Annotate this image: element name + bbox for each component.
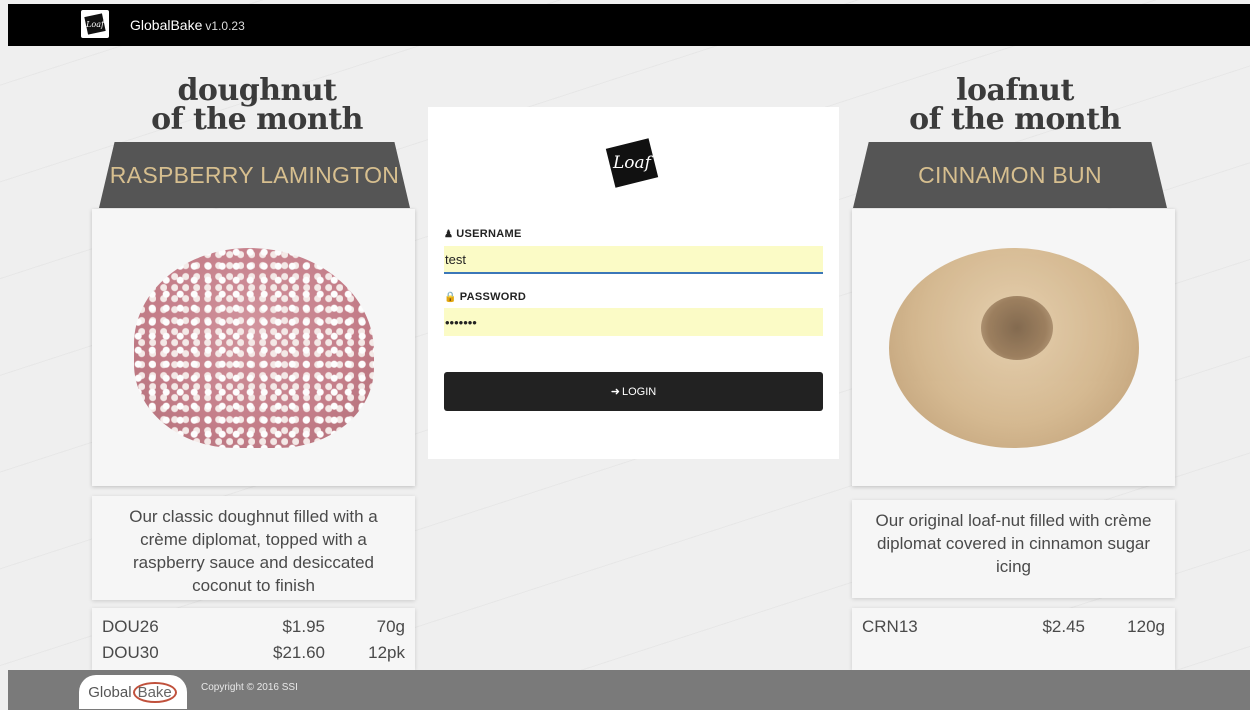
product-description: Our classic doughnut filled with a crème… (92, 496, 415, 600)
logo-text-global: Global (88, 683, 132, 701)
heading-line-1: doughnut (177, 73, 337, 108)
product-name-banner: CINNAMON BUN (853, 142, 1167, 208)
sku-size: 120g (1127, 617, 1165, 636)
login-button-label: LOGIN (621, 385, 657, 398)
sku-code: CRN13 (862, 617, 918, 636)
sku-table: CRN13 $2.45 120g (852, 608, 1175, 670)
top-navbar: Loaf GlobalBake v1.0.23 (8, 4, 1250, 46)
sku-size: 70g (376, 617, 405, 636)
product-image-card (92, 209, 415, 486)
loafnut-heading: loafnut of the month (850, 73, 1180, 137)
globalbake-logo: Global Bake (79, 675, 187, 709)
heading-line-2: of the month (151, 102, 363, 137)
raspberry-lamington-doughnut-image (133, 247, 374, 448)
sku-price: $21.60 (273, 643, 325, 662)
sign-in-icon: ➜ (610, 386, 620, 398)
sku-price: $1.95 (282, 617, 325, 636)
product-image-card (852, 209, 1175, 486)
logo-text-bake: Bake (132, 681, 177, 703)
sku-size: 12pk (368, 643, 405, 662)
page-footer: Global Bake Copyright © 2016 SSI (8, 670, 1250, 710)
product-name-banner: RASPBERRY LAMINGTON (99, 142, 410, 208)
login-button[interactable]: ➜ LOGIN (444, 372, 823, 411)
sku-row: DOU30 $21.60 12pk (102, 640, 405, 666)
loaf-logo-text: Loaf (86, 19, 104, 29)
username-input[interactable] (444, 246, 823, 274)
doughnut-heading: doughnut of the month (92, 73, 422, 137)
password-label-text: PASSWORD (459, 291, 527, 303)
sku-table: DOU26 $1.95 70g DOU30 $21.60 12pk (92, 608, 415, 670)
app-name: GlobalBake (130, 17, 203, 33)
copyright-text: Copyright © 2016 SSI (201, 682, 298, 693)
sku-row: DOU26 $1.95 70g (102, 614, 405, 640)
sku-price: $2.45 (1042, 617, 1085, 636)
sku-row: CRN13 $2.45 120g (862, 614, 1165, 640)
app-version: v1.0.23 (205, 19, 245, 33)
user-icon: ♟ (444, 228, 454, 240)
lock-icon: 🔒 (444, 291, 457, 303)
brand-mark-text: Loaf (613, 153, 651, 174)
username-label-text: USERNAME (456, 228, 522, 240)
sku-code: DOU30 (102, 643, 159, 662)
password-label: 🔒 PASSWORD (444, 291, 526, 303)
loafnut-of-the-month-panel: loafnut of the month CINNAMON BUN Our or… (850, 76, 1180, 676)
password-input[interactable] (444, 308, 823, 336)
username-label: ♟ USERNAME (444, 228, 522, 240)
cinnamon-bun-loafnut-image (888, 247, 1139, 448)
sku-code: DOU26 (102, 617, 159, 636)
heading-line-1: loafnut (956, 73, 1074, 108)
loaf-brand-icon: Loaf (604, 137, 660, 189)
doughnut-of-the-month-panel: doughnut of the month RASPBERRY LAMINGTO… (92, 76, 422, 676)
loaf-logo-icon[interactable]: Loaf (81, 10, 109, 38)
product-description: Our original loaf-nut filled with crème … (852, 500, 1175, 598)
app-title[interactable]: GlobalBake v1.0.23 (130, 17, 245, 33)
login-card: Loaf ♟ USERNAME 🔒 PASSWORD ➜ LOGIN (428, 107, 839, 459)
heading-line-2: of the month (909, 102, 1121, 137)
